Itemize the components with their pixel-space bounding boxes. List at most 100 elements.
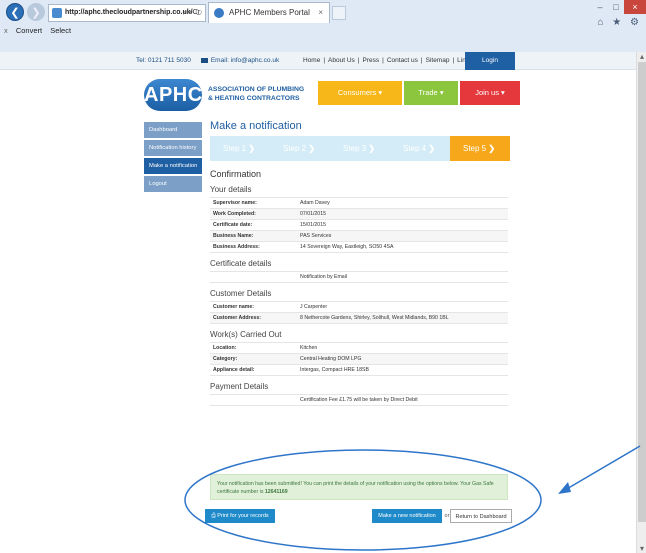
link-press[interactable]: Press	[363, 57, 380, 64]
step-1: Step 1 ❯	[210, 136, 270, 161]
table-row: Certification Fee £1.75 will be taken by…	[210, 395, 508, 406]
back-button[interactable]: ❮	[6, 3, 24, 21]
scroll-up-arrow-icon[interactable]: ▴	[637, 52, 646, 61]
close-window-button[interactable]: ×	[624, 0, 646, 14]
aphc-logo[interactable]: APHC	[144, 79, 202, 111]
row-value: Adam Davey	[300, 200, 330, 206]
favbar-close-icon[interactable]: x	[4, 26, 8, 35]
table-row: Supervisor name: Adam Davey	[210, 198, 508, 209]
nav-consumers[interactable]: Consumers ▾	[318, 81, 402, 105]
new-tab-button[interactable]	[332, 6, 346, 20]
favbar-item-convert[interactable]: Convert	[16, 26, 42, 35]
row-value: Notification by Email	[300, 274, 347, 280]
row-key: Category:	[213, 356, 238, 362]
chevron-right-icon: ❯	[368, 144, 376, 153]
step-4: Step 4 ❯	[390, 136, 450, 161]
address-bar[interactable]: http://aphc.thecloudpartnership.co.uk/Cr…	[48, 4, 206, 22]
sidebar-item-make-notification[interactable]: Make a notification	[144, 158, 202, 174]
table-row: Business Name: PAS Services	[210, 231, 508, 242]
table-row: Notification by Email	[210, 272, 508, 283]
favorites-bar: x Convert Select	[0, 24, 646, 38]
step-3: Step 3 ❯	[330, 136, 390, 161]
sidebar-item-logout[interactable]: Logout	[144, 176, 202, 192]
tab-favicon-icon	[214, 8, 224, 18]
step-5: Step 5 ❯	[450, 136, 510, 161]
link-home[interactable]: Home	[303, 57, 320, 64]
address-host: http://aphc.thecloudpartnership.co.uk/	[65, 9, 193, 16]
customer-details-heading: Customer Details	[210, 289, 272, 298]
row-key: Certificate date:	[213, 222, 253, 228]
row-value: 07/01/2015	[300, 211, 326, 217]
step-4-label: Step 4	[403, 144, 427, 153]
address-tools-icon[interactable]: ⌕ ▾ ↻	[183, 5, 202, 21]
row-key	[210, 272, 300, 282]
window-controls: – □ ×	[592, 0, 646, 14]
print-records-button[interactable]: ⎙ Print for your records	[205, 509, 275, 523]
tab-title: APHC Members Portal	[229, 8, 310, 17]
make-new-notification-button[interactable]: Make a new notification	[372, 509, 442, 523]
step-progress: Step 1 ❯ Step 2 ❯ Step 3 ❯ Step 4 ❯ Step…	[210, 136, 510, 161]
print-button-label: Print for your records	[217, 513, 269, 519]
row-value: Certification Fee £1.75 will be taken by…	[300, 397, 418, 403]
nav-join-us[interactable]: Join us ▾	[460, 81, 520, 105]
your-details-heading: Your details	[210, 185, 252, 194]
row-value: Central Heating DOM LPG	[300, 356, 362, 362]
nav-trade[interactable]: Trade ▾	[404, 81, 458, 105]
page-scrollbar[interactable]: ▴ ▾	[636, 52, 646, 553]
table-row: Customer name: J Carpenter	[210, 302, 508, 313]
scrollbar-thumb[interactable]	[638, 62, 646, 522]
sidebar-item-dashboard[interactable]: Dashboard	[144, 122, 202, 138]
sidebar-item-notification-history[interactable]: Notification history	[144, 140, 202, 156]
confirmation-heading: Confirmation	[210, 169, 262, 179]
table-row: Customer Address: 8 Nethercote Gardens, S…	[210, 313, 508, 324]
minimize-button[interactable]: –	[592, 0, 608, 14]
favbar-item-select[interactable]: Select	[50, 26, 71, 35]
chevron-right-icon: ❯	[248, 144, 256, 153]
row-key: Business Address:	[213, 244, 260, 250]
site-top-bar: Tel: 0121 711 5030 Email: info@aphc.co.uk…	[0, 52, 636, 70]
success-message: Your notification has been submitted! Yo…	[217, 481, 494, 495]
row-key: Customer Address:	[213, 315, 261, 321]
payment-heading: Payment Details	[210, 382, 269, 391]
scroll-down-arrow-icon[interactable]: ▾	[637, 544, 646, 553]
chevron-right-icon: ❯	[428, 144, 436, 153]
sidebar: Dashboard Notification history Make a no…	[144, 122, 202, 194]
table-row: Appliance detail: Intergas, Compact HRE 1…	[210, 365, 508, 376]
row-key	[210, 395, 300, 405]
table-row: Certificate date: 15/01/2015	[210, 220, 508, 231]
step-5-label: Step 5	[463, 144, 487, 153]
contact-info: Tel: 0121 711 5030 Email: info@aphc.co.uk	[136, 52, 279, 70]
row-key: Customer name:	[213, 304, 254, 310]
certificate-number: 12641169	[264, 489, 288, 495]
forward-button[interactable]: ❯	[27, 3, 45, 21]
chevron-right-icon: ❯	[488, 144, 496, 153]
chevron-right-icon: ❯	[308, 144, 316, 153]
email-link[interactable]: Email: info@aphc.co.uk	[211, 57, 279, 64]
customer-details-table: Customer name: J Carpenter Customer Addre…	[210, 301, 508, 324]
table-row: Location: Kitchen	[210, 343, 508, 354]
row-key: Supervisor name:	[213, 200, 257, 206]
tab-close-icon[interactable]: ×	[318, 3, 323, 22]
maximize-button[interactable]: □	[608, 0, 624, 14]
tab-aphc-members-portal[interactable]: APHC Members Portal ×	[208, 2, 330, 23]
link-about[interactable]: About Us	[328, 57, 355, 64]
link-sitemap[interactable]: Sitemap	[426, 57, 450, 64]
row-value: Kitchen	[300, 345, 318, 351]
login-button[interactable]: Login	[465, 52, 515, 70]
logo-line-1: Association of Plumbing	[208, 86, 305, 93]
your-details-table: Supervisor name: Adam Davey Work Complete…	[210, 197, 508, 253]
row-value: Intergas, Compact HRE 18SB	[300, 367, 369, 373]
nav-join-label: Join us	[475, 88, 499, 97]
link-contact[interactable]: Contact us	[387, 57, 418, 64]
success-alert: Your notification has been submitted! Yo…	[210, 474, 508, 500]
step-2: Step 2 ❯	[270, 136, 330, 161]
step-3-label: Step 3	[343, 144, 367, 153]
certificate-details-heading: Certificate details	[210, 259, 272, 268]
table-row: Work Completed: 07/01/2015	[210, 209, 508, 220]
row-value: J Carpenter	[300, 304, 328, 310]
browser-chrome: ❮ ❯ http://aphc.thecloudpartnership.co.u…	[0, 0, 646, 52]
return-to-dashboard-button[interactable]: Return to Dashboard	[450, 509, 512, 523]
email-icon	[200, 57, 208, 63]
row-key: Work Completed:	[213, 211, 256, 217]
chevron-down-icon: ▾	[501, 88, 505, 97]
